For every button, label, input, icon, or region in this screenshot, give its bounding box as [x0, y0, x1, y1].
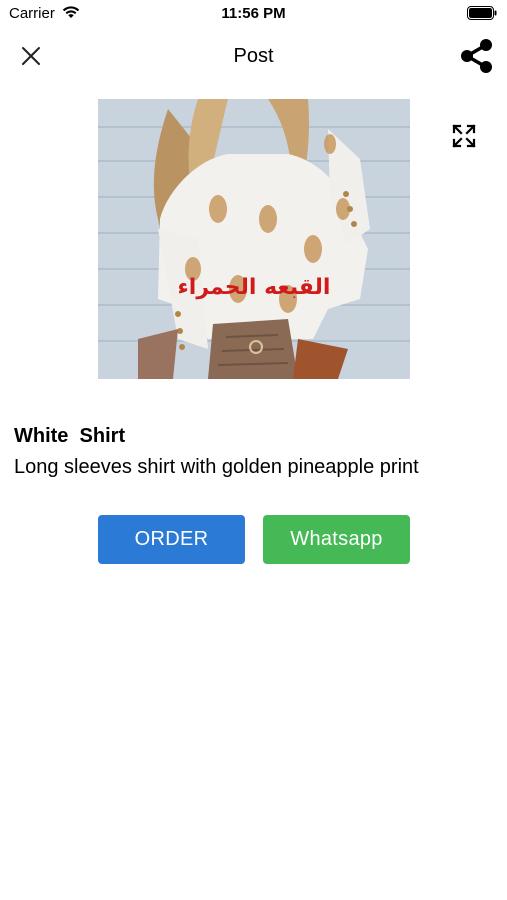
clock: 11:56 PM: [221, 5, 286, 22]
status-bar: Carrier 11:56 PM: [0, 0, 507, 28]
image-overlay-text: القبعه الحمراء: [177, 275, 331, 300]
share-icon: [461, 39, 492, 73]
nav-bar: Post: [0, 28, 507, 84]
page-title: Post: [233, 45, 274, 67]
expand-button[interactable]: [448, 120, 480, 152]
whatsapp-button[interactable]: Whatsapp: [263, 515, 410, 564]
battery-icon: [467, 6, 497, 20]
product-name: White Shirt: [14, 425, 126, 447]
post-screen: Carrier 11:56 PM Post القبعه الحمراء Whi…: [0, 0, 507, 900]
expand-icon: [452, 124, 476, 148]
product-description: Long sleeves shirt with golden pineapple…: [14, 456, 419, 478]
product-image[interactable]: القبعه الحمراء: [98, 99, 410, 379]
order-button[interactable]: ORDER: [98, 515, 245, 564]
share-button[interactable]: [457, 36, 497, 76]
product-photo: [98, 99, 410, 379]
